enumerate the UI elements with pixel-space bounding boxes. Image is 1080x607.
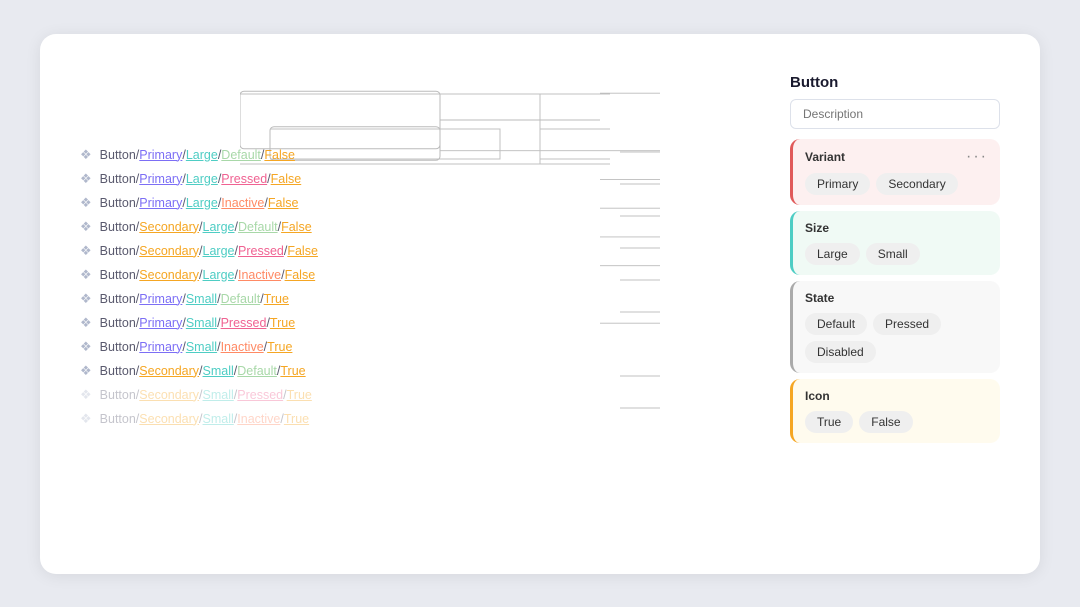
main-card: ❖ Button/Primary/Large/Default/False ❖ Butt…	[40, 34, 1040, 574]
drag-icon: ❖	[80, 315, 92, 331]
list-item[interactable]: ❖ Button/Secondary/Large/Pressed/False	[80, 240, 780, 262]
variant-label: Variant	[805, 150, 845, 164]
list-item[interactable]: ❖ Button/Primary/Small/Inactive/True	[80, 336, 780, 358]
drag-icon: ❖	[80, 387, 92, 403]
list-item[interactable]: ❖ Button/Secondary/Small/Inactive/True	[80, 408, 780, 430]
variant-section: Variant ··· Primary Secondary	[790, 139, 1000, 205]
item-text: Button/Secondary/Small/Inactive/True	[100, 412, 309, 426]
size-options: Large Small	[805, 243, 988, 265]
list-item[interactable]: ❖ Button/Secondary/Large/Default/False	[80, 216, 780, 238]
variant-options: Primary Secondary	[805, 173, 988, 195]
panel-title: Button	[790, 74, 1000, 91]
icon-label: Icon	[805, 389, 830, 403]
state-section: State Default Pressed Disabled	[790, 281, 1000, 373]
left-panel: ❖ Button/Primary/Large/Default/False ❖ Butt…	[80, 74, 780, 534]
drag-icon: ❖	[80, 243, 92, 259]
state-option-pressed[interactable]: Pressed	[873, 313, 941, 335]
drag-icon: ❖	[80, 339, 92, 355]
drag-icon: ❖	[80, 219, 92, 235]
item-text: Button/Secondary/Large/Default/False	[100, 220, 312, 234]
icon-section: Icon True False	[790, 379, 1000, 443]
item-text: Button/Secondary/Large/Pressed/False	[100, 244, 318, 258]
variant-option-primary[interactable]: Primary	[805, 173, 870, 195]
icon-option-true[interactable]: True	[805, 411, 853, 433]
list-item[interactable]: ❖ Button/Primary/Small/Pressed/True	[80, 312, 780, 334]
item-text: Button/Primary/Small/Pressed/True	[100, 316, 296, 330]
list-item[interactable]: ❖ Button/Primary/Large/Pressed/False	[80, 168, 780, 190]
state-options: Default Pressed Disabled	[805, 313, 988, 363]
list-item[interactable]: ❖ Button/Secondary/Small/Pressed/True	[80, 384, 780, 406]
variant-header: Variant ···	[805, 149, 988, 165]
list-item[interactable]: ❖ Button/Primary/Large/Inactive/False	[80, 192, 780, 214]
items-list: ❖ Button/Primary/Large/Default/False ❖ Butt…	[80, 84, 780, 430]
list-item[interactable]: ❖ Button/Primary/Large/Default/False	[80, 144, 780, 166]
state-option-disabled[interactable]: Disabled	[805, 341, 876, 363]
size-label: Size	[805, 221, 829, 235]
drag-icon: ❖	[80, 291, 92, 307]
item-text: Button/Secondary/Large/Inactive/False	[100, 268, 316, 282]
icon-options: True False	[805, 411, 988, 433]
variant-more-button[interactable]: ···	[966, 149, 988, 165]
state-header: State	[805, 291, 988, 305]
list-item[interactable]: ❖ Button/Primary/Small/Default/True	[80, 288, 780, 310]
drag-icon: ❖	[80, 195, 92, 211]
item-text: Button/Secondary/Small/Default/True	[100, 364, 306, 378]
size-header: Size	[805, 221, 988, 235]
drag-icon: ❖	[80, 363, 92, 379]
list-item[interactable]: ❖ Button/Secondary/Small/Default/True	[80, 360, 780, 382]
size-section: Size Large Small	[790, 211, 1000, 275]
drag-icon: ❖	[80, 171, 92, 187]
list-item[interactable]: ❖ Button/Secondary/Large/Inactive/False	[80, 264, 780, 286]
item-text: Button/Secondary/Small/Pressed/True	[100, 388, 312, 402]
drag-icon: ❖	[80, 411, 92, 427]
drag-icon: ❖	[80, 147, 92, 163]
item-text: Button/Primary/Small/Inactive/True	[100, 340, 293, 354]
state-label: State	[805, 291, 834, 305]
right-panel: Button Variant ··· Primary Secondary Siz…	[780, 74, 1000, 534]
size-option-small[interactable]: Small	[866, 243, 920, 265]
drag-icon: ❖	[80, 267, 92, 283]
size-option-large[interactable]: Large	[805, 243, 860, 265]
variant-option-secondary[interactable]: Secondary	[876, 173, 957, 195]
item-text: Button/Primary/Large/Inactive/False	[100, 196, 299, 210]
item-text: Button/Primary/Small/Default/True	[100, 292, 289, 306]
state-option-default[interactable]: Default	[805, 313, 867, 335]
icon-header: Icon	[805, 389, 988, 403]
description-input[interactable]	[790, 99, 1000, 129]
icon-option-false[interactable]: False	[859, 411, 912, 433]
item-text: Button/Primary/Large/Pressed/False	[100, 172, 302, 186]
item-text: Button/Primary/Large/Default/False	[100, 148, 295, 162]
